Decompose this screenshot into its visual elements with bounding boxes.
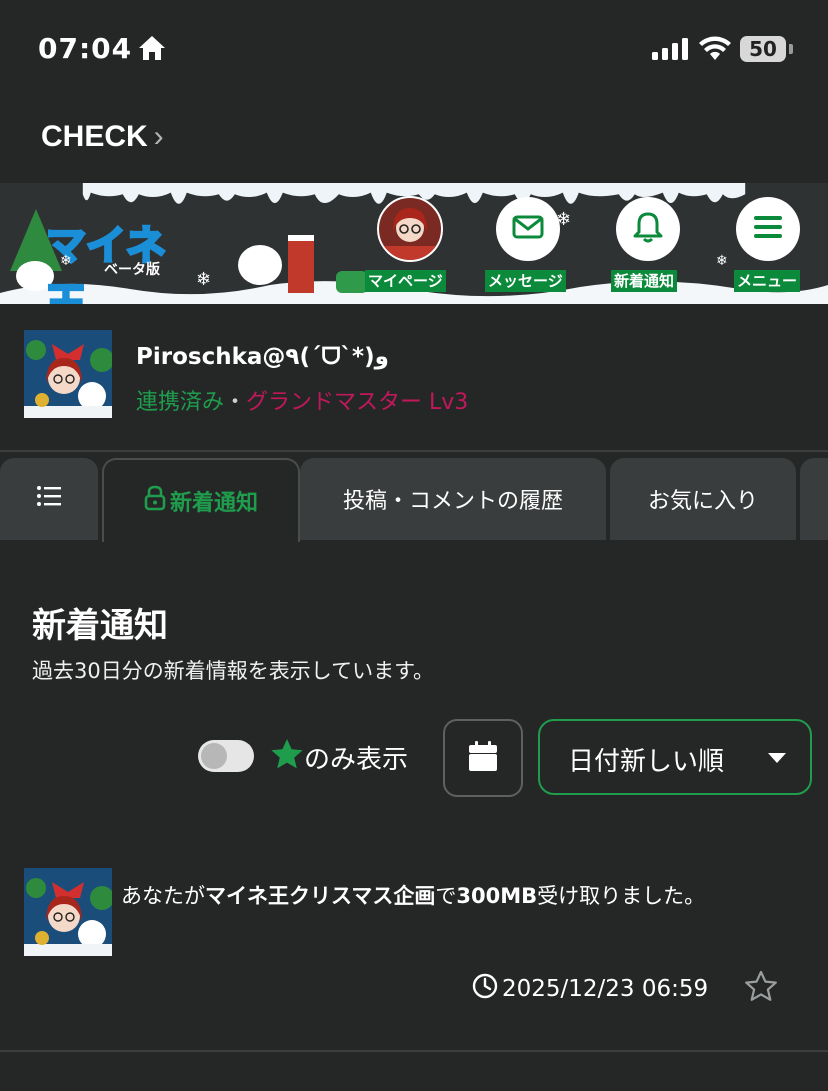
profile-name: Piroschka@٩(´ᗜ`*)و — [136, 344, 389, 370]
star-only-label-group: のみ表示 — [270, 738, 408, 777]
nav-label-message[interactable]: メッセージ — [485, 270, 566, 292]
sort-select-value: 日付新しい順 — [568, 747, 725, 777]
notification-campaign-name: マイネ王クリスマス企画 — [205, 884, 436, 908]
notification-text[interactable]: あなたがマイネ王クリスマス企画で300MB受け取りました。 — [121, 880, 705, 910]
chevron-down-icon — [768, 753, 786, 763]
battery-level: 50 — [740, 36, 786, 62]
house-icon — [288, 235, 314, 293]
lock-icon — [144, 485, 166, 517]
rank-label[interactable]: グランドマスター Lv3 — [246, 390, 468, 415]
nav-label-notifications[interactable]: 新着通知 — [611, 270, 678, 292]
nav-label-menu[interactable]: メニュー — [734, 270, 801, 292]
section-description: 過去30日分の新着情報を表示しています。 — [32, 659, 434, 683]
bell-icon — [633, 211, 663, 247]
notification-avatar[interactable] — [24, 868, 112, 956]
star-outline-icon — [744, 970, 778, 1006]
message-button[interactable] — [496, 197, 560, 261]
santa-character-icon — [238, 245, 282, 285]
notification-text-part: あなたが — [121, 884, 205, 908]
calendar-icon — [468, 740, 498, 776]
status-separator: ・ — [224, 390, 247, 415]
tab-notifications-label: 新着通知 — [169, 491, 258, 516]
notification-text-part: で — [435, 884, 457, 908]
notification-timestamp: 2025/12/23 06:59 — [472, 973, 708, 1005]
favorite-star-button[interactable] — [744, 970, 778, 1006]
snowflake-icon: ❄ — [60, 253, 72, 269]
signal-icon — [652, 38, 690, 64]
battery-icon — [789, 44, 793, 54]
notification-amount: 300MB — [456, 884, 538, 908]
star-filled-icon — [270, 738, 304, 777]
hamburger-icon — [753, 215, 783, 243]
back-link-label: CHECK — [41, 120, 148, 153]
sort-select[interactable]: 日付新しい順 — [538, 719, 812, 795]
star-only-label: のみ表示 — [304, 745, 409, 775]
notification-text-part: 受け取りました。 — [537, 884, 706, 908]
profile-status: 連携済み・グランドマスター Lv3 — [136, 384, 468, 416]
snowflake-icon: ❄ — [716, 253, 728, 269]
notification-datetime: 2025/12/23 06:59 — [502, 976, 709, 1002]
clock-icon — [472, 973, 498, 1005]
snowflake-icon: ❄ — [196, 269, 212, 290]
calendar-button[interactable] — [443, 719, 523, 797]
beta-label: ベータ版 — [104, 262, 160, 278]
nav-label-mypage[interactable]: マイページ — [365, 270, 446, 292]
my-page-avatar[interactable] — [377, 196, 443, 262]
profile-image[interactable] — [24, 330, 112, 418]
tab-post-history[interactable]: 投稿・コメントの履歴 — [300, 458, 606, 540]
tab-notifications[interactable]: 新着通知 — [102, 458, 300, 542]
tab-overflow[interactable] — [800, 458, 828, 540]
linked-status: 連携済み — [136, 390, 225, 415]
menu-button[interactable] — [736, 197, 800, 261]
envelope-icon — [512, 215, 544, 243]
gift-icon — [336, 271, 368, 293]
tab-bar: 新着通知 投稿・コメントの履歴 お気に入り — [0, 458, 828, 542]
tab-favorites-label: お気に入り — [647, 489, 758, 514]
back-to-check-link[interactable]: CHECK › — [41, 120, 164, 154]
tab-list[interactable] — [0, 458, 98, 540]
wifi-icon — [698, 36, 732, 66]
section-title: 新着通知 — [32, 606, 168, 646]
notification-item: あなたがマイネ王クリスマス企画で300MB受け取りました。 2025/12/23… — [0, 860, 828, 1052]
star-only-toggle[interactable] — [198, 740, 254, 772]
toggle-knob — [201, 743, 227, 769]
status-time: 07:04 — [38, 32, 133, 65]
tab-favorites[interactable]: お気に入り — [610, 458, 796, 540]
notifications-button[interactable] — [616, 197, 680, 261]
list-icon — [36, 485, 62, 513]
chevron-right-icon: › — [153, 120, 164, 153]
tab-post-history-label: 投稿・コメントの履歴 — [342, 489, 563, 514]
home-icon — [137, 34, 167, 66]
status-bar: 07:04 50 — [0, 0, 828, 100]
profile-section: Piroschka@٩(´ᗜ`*)و 連携済み・グランドマスター Lv3 — [0, 304, 828, 452]
